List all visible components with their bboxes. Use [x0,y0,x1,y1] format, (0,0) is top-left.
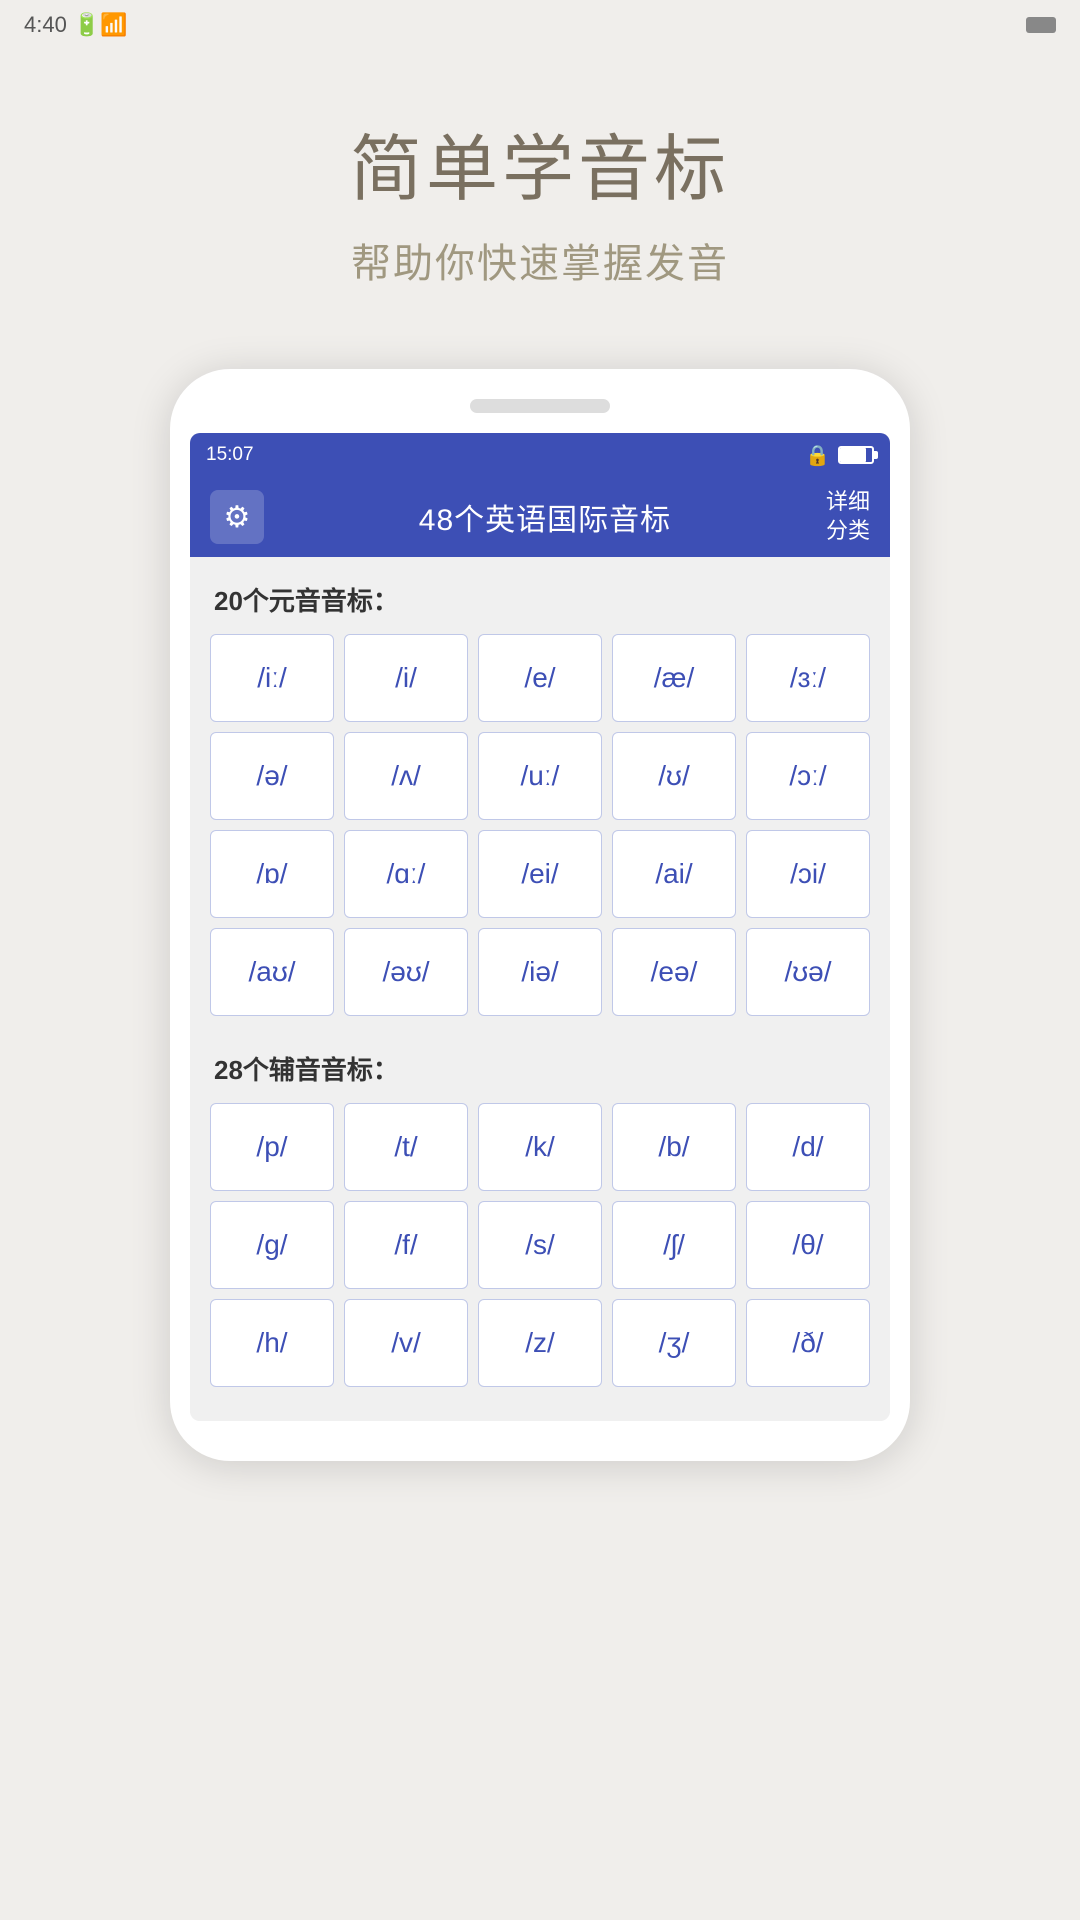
phonetic-cell-th[interactable]: /θ/ [746,1201,870,1289]
vowels-row-3: /ɒ/ /ɑː/ /ei/ /ai/ /ɔi/ [210,830,870,918]
phonetic-cell-ae[interactable]: /æ/ [612,634,736,722]
phonetic-cell-b[interactable]: /b/ [612,1103,736,1191]
phonetic-cell-t[interactable]: /t/ [344,1103,468,1191]
phonetic-cell-sh[interactable]: /ʃ/ [612,1201,736,1289]
phonetic-cell-oi[interactable]: /ɔi/ [746,830,870,918]
gear-button[interactable]: ⚙ [210,490,264,544]
app-title-area: 简单学音标 帮助你快速掌握发音 [0,50,1080,309]
phonetic-cell-v[interactable]: /v/ [344,1299,468,1387]
app-title-sub: 帮助你快速掌握发音 [0,231,1080,289]
phonetic-cell-i[interactable]: /i/ [344,634,468,722]
lock-icon: 🔒 [805,443,830,468]
phone-mockup: 15:07 🔒 ⚙ 48个英语国际音标 详细分类 20个元音音标： /iː/ [170,369,910,1461]
phonetic-cell-ii[interactable]: /iː/ [210,634,334,722]
phone-time: 15:07 [206,444,254,466]
phonetic-cell-au[interactable]: /aʊ/ [210,928,334,1016]
outer-status-bar: 4:40 🔋📶 [0,0,1080,50]
phonetic-cell-d[interactable]: /d/ [746,1103,870,1191]
phonetic-cell-s[interactable]: /s/ [478,1201,602,1289]
navbar-title: 48个英语国际音标 [419,495,671,539]
phonetic-cell-z[interactable]: /z/ [478,1299,602,1387]
phonetic-cell-ei[interactable]: /ei/ [478,830,602,918]
consonants-row-1: /p/ /t/ /k/ /b/ /d/ [210,1103,870,1191]
navbar-detail-button[interactable]: 详细分类 [826,488,870,545]
phonetic-cell-f[interactable]: /f/ [344,1201,468,1289]
consonants-row-2: /g/ /f/ /s/ /ʃ/ /θ/ [210,1201,870,1289]
vowels-row-1: /iː/ /i/ /e/ /æ/ /ɜː/ [210,634,870,722]
phone-status-bar: 15:07 🔒 [190,433,890,477]
vowels-row-4: /aʊ/ /əʊ/ /iə/ /eə/ /ʊə/ [210,928,870,1016]
phonetic-cell-e[interactable]: /e/ [478,634,602,722]
phonetic-cell-ua[interactable]: /ʊə/ [746,928,870,1016]
phonetic-cell-dh[interactable]: /ð/ [746,1299,870,1387]
phonetic-cell-er[interactable]: /ɜː/ [746,634,870,722]
phonetic-cell-h[interactable]: /h/ [210,1299,334,1387]
phonetic-cell-ea[interactable]: /eə/ [612,928,736,1016]
phonetic-cell-ou[interactable]: /əʊ/ [344,928,468,1016]
phone-screen: 15:07 🔒 ⚙ 48个英语国际音标 详细分类 20个元音音标： /iː/ [190,433,890,1421]
vowels-section-title: 20个元音音标： [210,581,870,618]
app-navbar: ⚙ 48个英语国际音标 详细分类 [190,477,890,557]
outer-time: 4:40 🔋📶 [24,12,128,38]
outer-status-right [1026,17,1056,33]
phonetic-cell-upsilon[interactable]: /ʊ/ [612,732,736,820]
app-title-main: 简单学音标 [0,110,1080,215]
phonetic-cell-ai[interactable]: /ai/ [612,830,736,918]
phonetic-cell-k[interactable]: /k/ [478,1103,602,1191]
consonants-row-3: /h/ /v/ /z/ /ʒ/ /ð/ [210,1299,870,1387]
phonetic-cell-schwa[interactable]: /ə/ [210,732,334,820]
phone-status-right: 🔒 [805,443,874,468]
gear-icon: ⚙ [224,500,251,535]
consonants-section-title: 28个辅音音标： [210,1050,870,1087]
phonetic-cell-caret[interactable]: /ʌ/ [344,732,468,820]
phonetic-cell-p[interactable]: /p/ [210,1103,334,1191]
phonetic-cell-zh[interactable]: /ʒ/ [612,1299,736,1387]
content-area: 20个元音音标： /iː/ /i/ /e/ /æ/ /ɜː/ /ə/ /ʌ/ /… [190,557,890,1421]
phonetic-cell-o[interactable]: /ɒ/ [210,830,334,918]
battery-icon [838,446,874,464]
phone-notch [470,399,610,413]
phonetic-cell-uu[interactable]: /uː/ [478,732,602,820]
phonetic-cell-ia[interactable]: /iə/ [478,928,602,1016]
phonetic-cell-g[interactable]: /g/ [210,1201,334,1289]
vowels-row-2: /ə/ /ʌ/ /uː/ /ʊ/ /ɔː/ [210,732,870,820]
phonetic-cell-ar[interactable]: /ɑː/ [344,830,468,918]
phonetic-cell-or[interactable]: /ɔː/ [746,732,870,820]
